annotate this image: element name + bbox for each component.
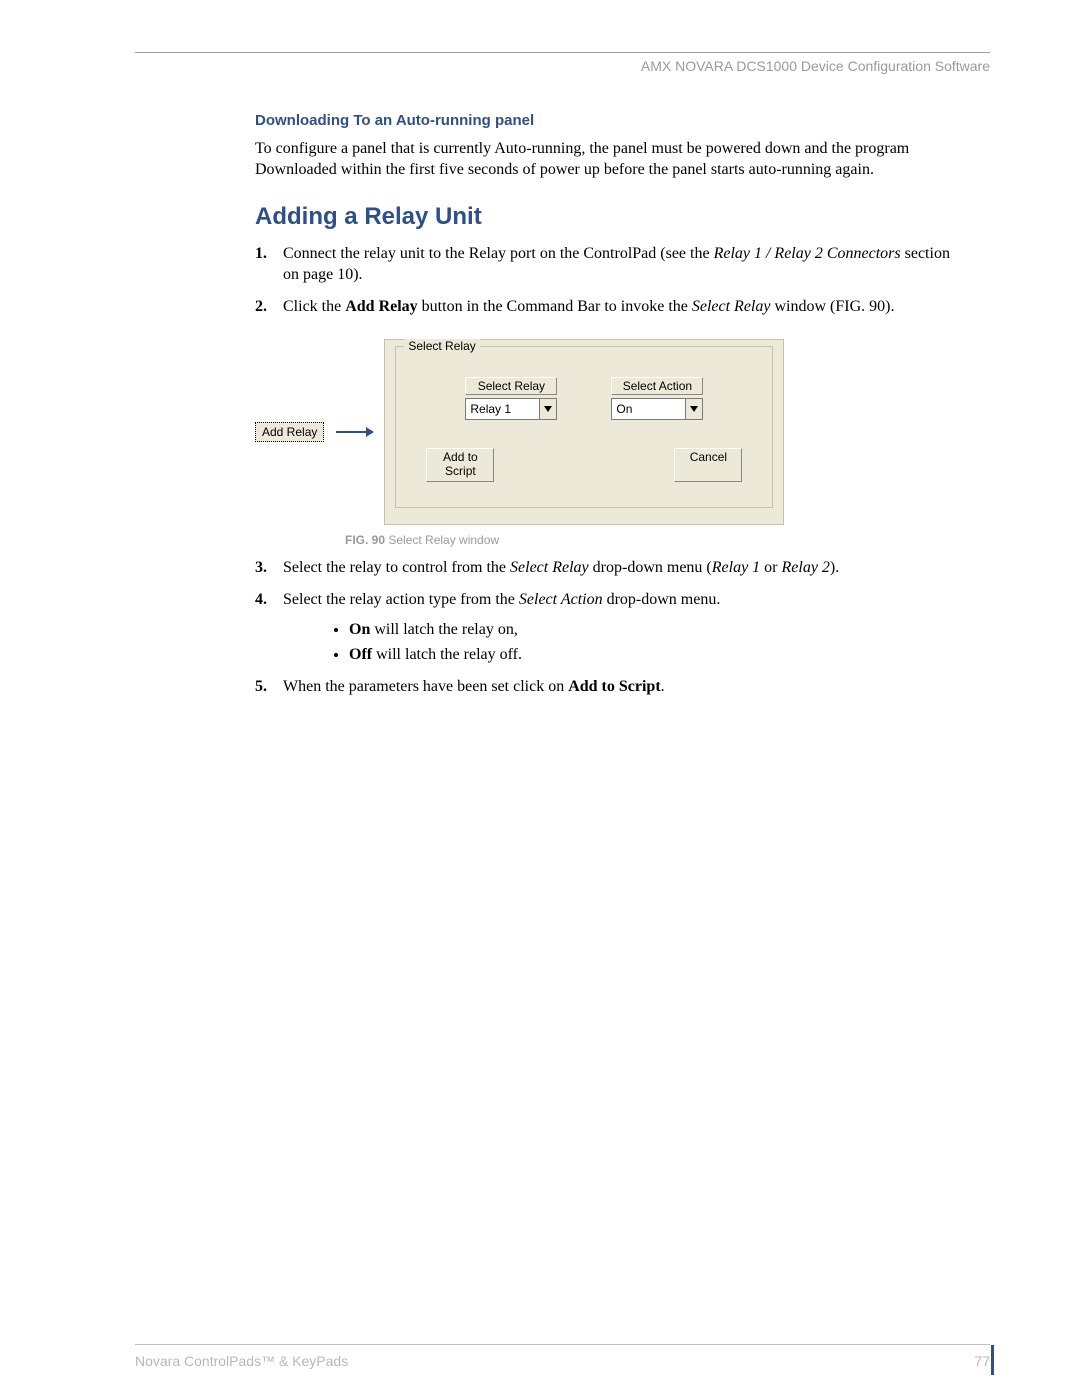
step-2: Click the Add Relay button in the Comman…	[255, 296, 955, 318]
step-bold: Add Relay	[345, 298, 417, 315]
step-1: Connect the relay unit to the Relay port…	[255, 243, 955, 286]
step-text: or	[760, 559, 781, 576]
step-italic: Select Relay	[692, 298, 771, 315]
step-3: Select the relay to control from the Sel…	[255, 557, 955, 579]
step-italic: Relay 2	[782, 559, 830, 576]
select-relay-value: Relay 1	[466, 399, 539, 419]
step-text: Select the relay to control from the	[283, 559, 510, 576]
figure-90: Add Relay Select Relay Select Relay Rela…	[255, 339, 955, 547]
body-paragraph: To configure a panel that is currently A…	[255, 139, 955, 181]
cancel-button[interactable]: Cancel	[674, 448, 742, 482]
step-5: When the parameters have been set click …	[255, 676, 955, 698]
subsection-heading: Downloading To an Auto-running panel	[255, 112, 955, 129]
bullet-text: will latch the relay off.	[372, 646, 522, 663]
chevron-down-icon	[685, 399, 702, 419]
footer-left: Novara ControlPads™ & KeyPads	[135, 1353, 348, 1369]
step-italic: Select Relay	[510, 559, 589, 576]
step-4: Select the relay action type from the Se…	[255, 589, 955, 666]
step-text: ).	[830, 559, 839, 576]
chevron-down-icon	[539, 399, 556, 419]
figure-caption: FIG. 90 Select Relay window	[345, 533, 955, 547]
add-relay-button[interactable]: Add Relay	[255, 422, 324, 442]
bullet-on: On will latch the relay on,	[349, 619, 955, 641]
running-header: AMX NOVARA DCS1000 Device Configuration …	[641, 58, 990, 74]
bullet-bold: Off	[349, 646, 372, 663]
footer-page-number: 77	[974, 1353, 990, 1369]
step-bold: Add to Script	[568, 678, 660, 695]
footer-rule	[135, 1344, 990, 1345]
select-action-value: On	[612, 399, 685, 419]
header-rule	[135, 52, 990, 53]
select-relay-panel: Select Relay Select Relay Relay 1	[384, 339, 784, 525]
select-action-dropdown[interactable]: On	[611, 398, 703, 420]
figure-caption-number: FIG. 90	[345, 533, 385, 547]
step-italic: Relay 1	[712, 559, 760, 576]
section-heading: Adding a Relay Unit	[255, 203, 955, 231]
step-text: button in the Command Bar to invoke the	[418, 298, 692, 315]
fieldset-legend: Select Relay	[404, 339, 479, 353]
bullet-text: will latch the relay on,	[370, 621, 518, 638]
add-to-script-button[interactable]: Add to Script	[426, 448, 494, 482]
step-text: When the parameters have been set click …	[283, 678, 568, 695]
select-action-label: Select Action	[611, 377, 703, 395]
bullet-off: Off will latch the relay off.	[349, 644, 955, 666]
step-text: .	[661, 678, 665, 695]
footer-accent-bar	[991, 1345, 994, 1375]
callout-arrow-icon	[336, 431, 372, 433]
step-text: window (FIG. 90).	[770, 298, 894, 315]
step-text: Select the relay action type from the	[283, 591, 519, 608]
step-text: drop-down menu.	[603, 591, 721, 608]
step-italic: Relay 1 / Relay 2 Connectors	[714, 245, 901, 262]
step-text: Connect the relay unit to the Relay port…	[283, 245, 714, 262]
bullet-bold: On	[349, 621, 370, 638]
select-relay-dropdown[interactable]: Relay 1	[465, 398, 557, 420]
figure-caption-text: Select Relay window	[385, 533, 499, 547]
step-text: Click the	[283, 298, 345, 315]
step-text: drop-down menu (	[589, 559, 712, 576]
select-relay-label: Select Relay	[465, 377, 557, 395]
step-italic: Select Action	[519, 591, 603, 608]
